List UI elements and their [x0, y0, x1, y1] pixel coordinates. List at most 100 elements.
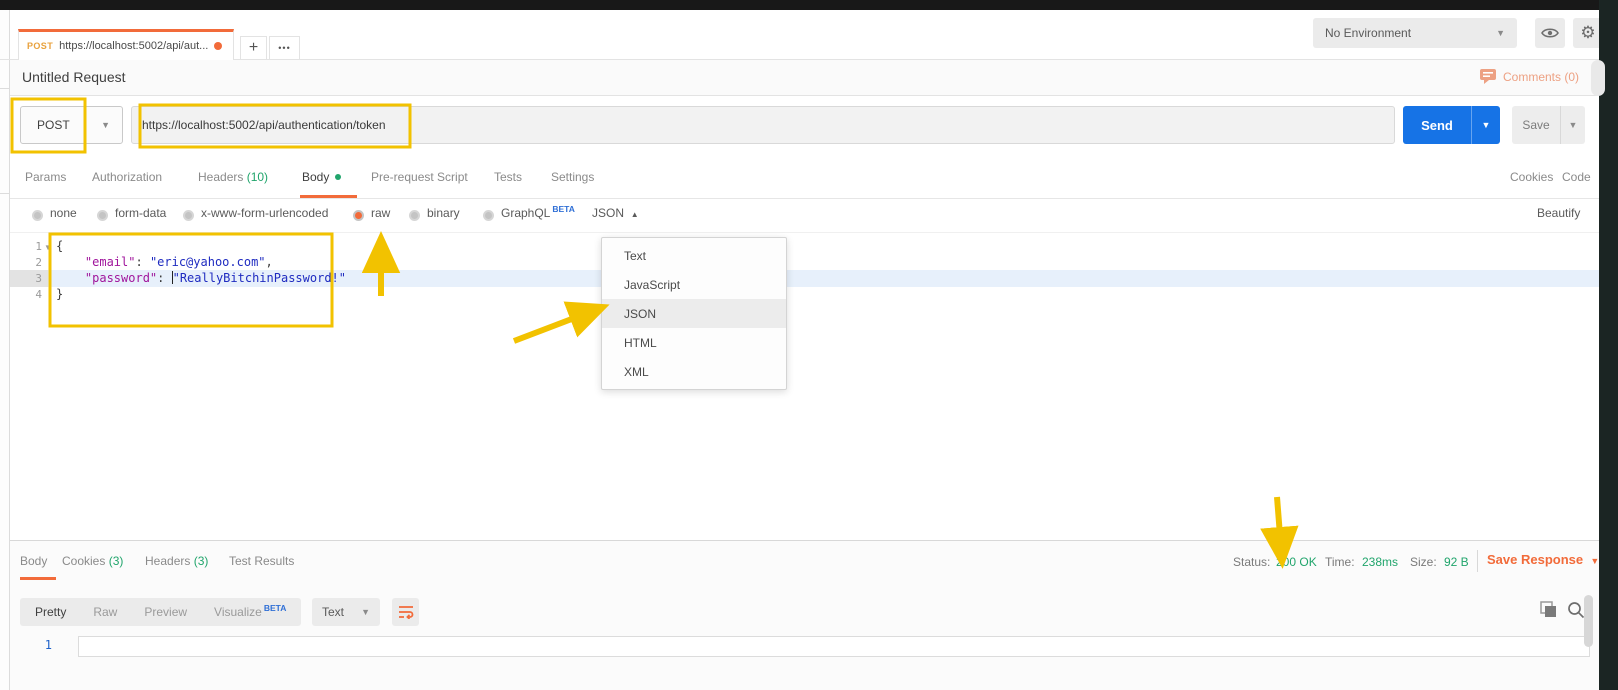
radio-none[interactable]	[32, 210, 43, 221]
language-dropdown-menu: Text JavaScript JSON HTML XML	[601, 237, 787, 390]
view-raw[interactable]: Raw	[93, 605, 117, 619]
response-tab-test-results[interactable]: Test Results	[229, 554, 294, 568]
chevron-up-icon: ▲	[631, 210, 639, 219]
comments-label: Comments (0)	[1503, 70, 1579, 84]
response-tab-cookies[interactable]: Cookies (3)	[62, 554, 123, 568]
language-selector[interactable]: JSON ▲	[592, 206, 639, 220]
cookies-count-badge: (3)	[109, 554, 124, 568]
request-tab[interactable]: POST https://localhost:5002/api/aut...	[18, 29, 234, 60]
headers-label: Headers	[145, 554, 190, 568]
response-body-line[interactable]	[78, 636, 1590, 657]
radio-binary[interactable]	[409, 210, 420, 221]
save-button[interactable]: Save ▼	[1512, 106, 1585, 144]
code-brace: {	[56, 239, 63, 253]
annotation-arrow-json	[514, 312, 590, 341]
tab-params[interactable]: Params	[25, 170, 66, 184]
cookies-link[interactable]: Cookies	[1510, 170, 1553, 184]
visualize-label: Visualize	[214, 605, 262, 619]
collapsed-sidebar-rail[interactable]	[0, 10, 10, 690]
response-tab-headers[interactable]: Headers (3)	[145, 554, 208, 568]
save-response-label: Save Response	[1487, 552, 1583, 567]
radio-graphql[interactable]	[483, 210, 494, 221]
search-response-button[interactable]	[1566, 600, 1586, 625]
tab-settings[interactable]: Settings	[551, 170, 594, 184]
tab-url-label: https://localhost:5002/api/aut...	[59, 40, 208, 52]
response-view-switcher: Pretty Raw Preview VisualizeBETA	[20, 598, 301, 626]
radio-form-data-label[interactable]: form-data	[115, 206, 166, 220]
chevron-down-icon: ▼	[101, 120, 110, 130]
radio-x-www-form-urlencoded-label[interactable]: x-www-form-urlencoded	[201, 206, 328, 220]
headers-count-badge: (10)	[247, 170, 268, 184]
beautify-link[interactable]: Beautify	[1537, 206, 1580, 220]
graphql-label: GraphQL	[501, 206, 550, 220]
code-line[interactable]: }	[56, 287, 63, 301]
view-pretty[interactable]: Pretty	[35, 605, 66, 619]
code-separator: :	[135, 255, 149, 269]
code-brace: }	[56, 287, 63, 301]
radio-raw-selected[interactable]	[353, 210, 364, 221]
menu-item-javascript[interactable]: JavaScript	[602, 270, 786, 299]
environment-quick-look-button[interactable]	[1535, 18, 1565, 48]
response-format-selector[interactable]: Text ▼	[312, 598, 380, 626]
tab-tests[interactable]: Tests	[494, 170, 522, 184]
response-scrollbar-thumb[interactable]	[1584, 595, 1593, 647]
size-label: Size:	[1410, 555, 1437, 569]
tab-method-badge: POST	[27, 41, 53, 51]
radio-binary-label[interactable]: binary	[427, 206, 460, 220]
time-label: Time:	[1325, 555, 1355, 569]
request-title: Untitled Request	[22, 69, 126, 85]
cookies-label: Cookies	[62, 554, 105, 568]
size-value: 92 B	[1444, 555, 1469, 569]
page-scrollbar-thumb[interactable]	[1591, 60, 1605, 96]
response-headers-count-badge: (3)	[194, 554, 209, 568]
comments-button[interactable]: Comments (0)	[1480, 69, 1579, 84]
code-line[interactable]: {	[56, 239, 63, 253]
code-separator: :	[157, 271, 171, 285]
menu-item-html[interactable]: HTML	[602, 328, 786, 357]
menu-item-json-selected[interactable]: JSON	[602, 299, 786, 328]
new-tab-button[interactable]: +	[240, 36, 267, 60]
request-title-row	[10, 60, 1599, 96]
tab-authorization[interactable]: Authorization	[92, 170, 162, 184]
tab-body[interactable]: Body	[302, 170, 341, 184]
code-line[interactable]: "email": "eric@yahoo.com",	[56, 255, 273, 269]
radio-form-data[interactable]	[97, 210, 108, 221]
window-top-bar	[0, 0, 1618, 10]
more-tabs-button[interactable]: •••	[269, 36, 300, 60]
wrap-text-icon	[398, 605, 414, 619]
request-tabs-border	[10, 198, 1599, 199]
send-button[interactable]: Send ▼	[1403, 106, 1500, 144]
copy-response-button[interactable]	[1538, 600, 1558, 625]
radio-none-label[interactable]: none	[50, 206, 77, 220]
code-line-active[interactable]: "password": "ReallyBitchinPassword!"	[56, 271, 346, 285]
response-active-tab-underline	[20, 577, 56, 580]
response-tab-body[interactable]: Body	[20, 554, 47, 568]
radio-raw-label[interactable]: raw	[371, 206, 390, 220]
radio-graphql-label[interactable]: GraphQLBETA	[501, 206, 575, 220]
tab-pre-request-script[interactable]: Pre-request Script	[371, 170, 468, 184]
menu-item-text[interactable]: Text	[602, 241, 786, 270]
radio-x-www-form-urlencoded[interactable]	[183, 210, 194, 221]
save-response-button[interactable]: Save Response ▼	[1487, 552, 1599, 567]
view-preview[interactable]: Preview	[144, 605, 187, 619]
method-selector[interactable]: POST ▼	[20, 106, 123, 144]
comment-icon	[1480, 69, 1496, 84]
tab-headers[interactable]: Headers (10)	[198, 170, 268, 184]
page-scrollbar-track[interactable]	[1599, 0, 1618, 690]
method-selected-label: POST	[37, 118, 101, 132]
plus-icon: +	[249, 39, 258, 57]
code-indent	[56, 255, 85, 269]
save-options-chevron-icon[interactable]: ▼	[1561, 106, 1585, 144]
code-link[interactable]: Code	[1562, 170, 1591, 184]
url-input[interactable]	[131, 106, 1395, 144]
menu-item-xml[interactable]: XML	[602, 357, 786, 386]
send-options-chevron-icon[interactable]: ▼	[1472, 106, 1500, 144]
gear-icon: ⚙	[1580, 23, 1595, 43]
code-fold-icon[interactable]: ▼	[44, 243, 52, 252]
code-value-password: "ReallyBitchinPassword!"	[173, 271, 346, 285]
wrap-text-button[interactable]	[392, 598, 419, 626]
environment-selector[interactable]: No Environment ▼	[1313, 18, 1517, 48]
code-comma: ,	[266, 255, 273, 269]
status-label: Status:	[1233, 555, 1270, 569]
view-visualize[interactable]: VisualizeBETA	[214, 605, 286, 619]
